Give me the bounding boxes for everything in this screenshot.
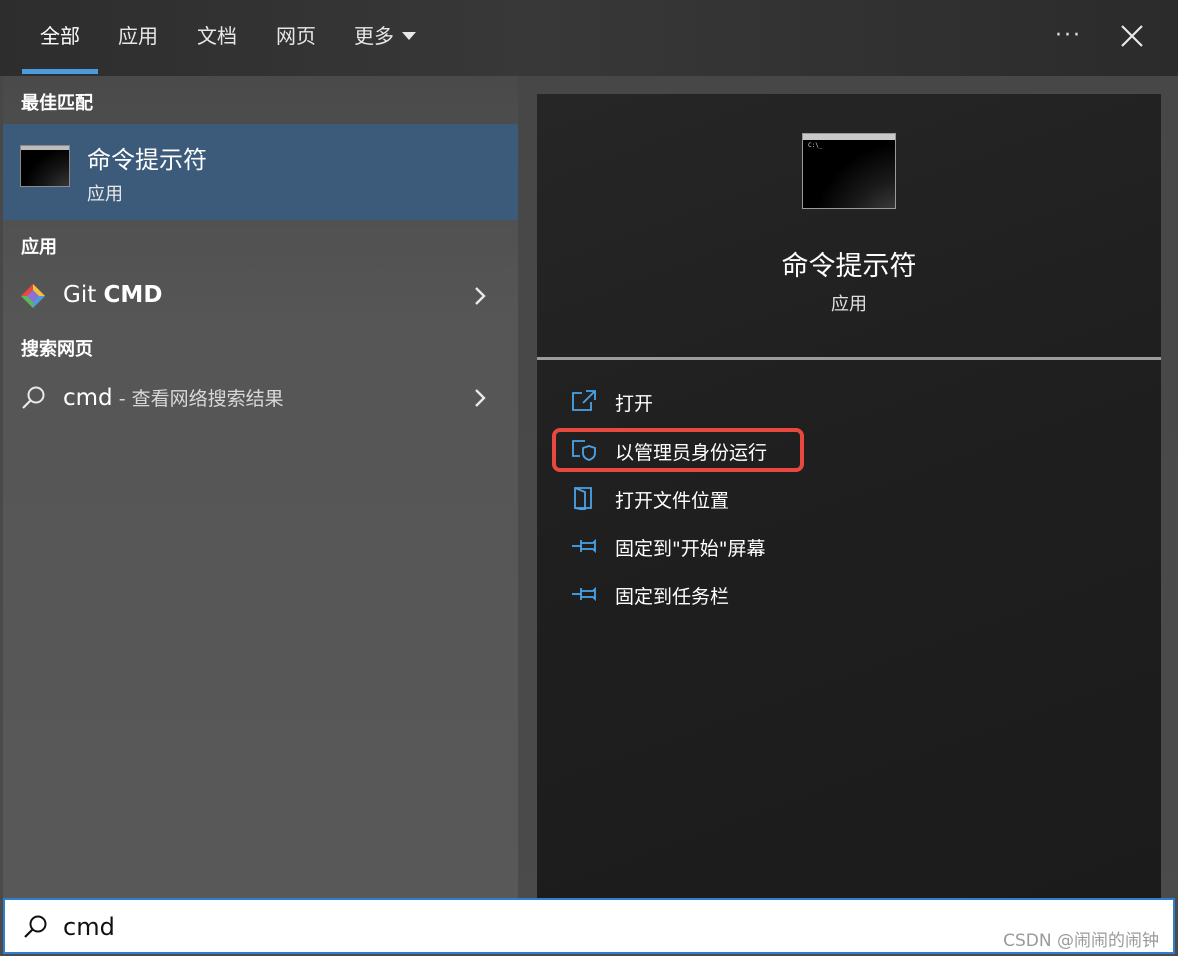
action-open[interactable]: 打开 <box>571 385 1051 419</box>
preview-pane: C:\_ 命令提示符 应用 打开 以管理员身份运行 打开文件位置 固定到"开始"… <box>537 94 1161 898</box>
chevron-right-icon <box>475 287 486 305</box>
search-input[interactable]: cmd <box>63 913 115 941</box>
results-pane: 最佳匹配 命令提示符 应用 应用 Git CMD 搜索网页 cmd - 查看网络… <box>3 76 518 898</box>
best-match-heading: 最佳匹配 <box>21 93 93 114</box>
pin-icon <box>572 586 596 602</box>
cmd-preview-icon: C:\_ <box>802 133 896 209</box>
admin-shield-icon <box>572 440 596 461</box>
action-pin-to-start[interactable]: 固定到"开始"屏幕 <box>571 530 1051 564</box>
icon-prompt-text: C:\_ <box>808 142 823 149</box>
best-match-title: 命令提示符 <box>87 146 207 174</box>
search-icon <box>24 915 47 938</box>
tab-documents[interactable]: 文档 <box>197 22 237 50</box>
app-name-bold: CMD <box>103 282 163 308</box>
action-label: 固定到任务栏 <box>615 586 730 608</box>
action-label: 打开文件位置 <box>615 490 730 512</box>
caret-down-icon <box>402 31 416 40</box>
list-item-web-search[interactable]: cmd - 查看网络搜索结果 <box>3 376 518 420</box>
tab-apps[interactable]: 应用 <box>118 22 158 50</box>
best-match-subtitle: 应用 <box>87 184 123 205</box>
action-label: 固定到"开始"屏幕 <box>615 538 766 560</box>
best-match-item[interactable]: 命令提示符 应用 <box>3 124 518 220</box>
web-query-suffix: - 查看网络搜索结果 <box>112 388 284 410</box>
action-label: 打开 <box>615 393 654 415</box>
watermark: CSDN @闹闹的闹钟 <box>1003 931 1159 951</box>
app-name-prefix: Git <box>63 282 104 308</box>
git-cmd-icon <box>21 284 45 308</box>
active-tab-indicator <box>22 69 98 74</box>
tab-web[interactable]: 网页 <box>276 22 316 50</box>
web-search-heading: 搜索网页 <box>21 339 93 360</box>
top-bar: 全部 应用 文档 网页 更多 ··· <box>0 0 1178 76</box>
cmd-app-icon <box>20 145 70 187</box>
preview-divider <box>537 357 1161 360</box>
list-item-git-cmd[interactable]: Git CMD <box>3 274 518 318</box>
more-options-icon[interactable]: ··· <box>1055 22 1082 50</box>
action-run-as-admin[interactable]: 以管理员身份运行 <box>571 434 1051 468</box>
close-icon[interactable] <box>1118 22 1146 50</box>
apps-heading: 应用 <box>21 237 57 258</box>
open-external-icon <box>572 390 596 411</box>
action-pin-to-taskbar[interactable]: 固定到任务栏 <box>571 578 1051 612</box>
tab-more[interactable]: 更多 <box>354 22 416 50</box>
search-bar[interactable]: cmd CSDN @闹闹的闹钟 <box>3 898 1175 954</box>
web-query: cmd <box>63 385 113 411</box>
preview-subtitle: 应用 <box>831 294 867 315</box>
file-location-icon <box>574 487 592 510</box>
chevron-right-icon <box>475 389 486 407</box>
pin-icon <box>572 538 596 554</box>
action-open-file-location[interactable]: 打开文件位置 <box>571 482 1051 516</box>
preview-title: 命令提示符 <box>781 251 917 282</box>
search-icon <box>22 386 45 409</box>
action-label: 以管理员身份运行 <box>615 442 768 464</box>
tab-all[interactable]: 全部 <box>40 22 80 50</box>
tab-more-label: 更多 <box>354 24 394 48</box>
search-window: 全部 应用 文档 网页 更多 ··· 最佳匹配 命令提示符 应用 应用 Git … <box>0 0 1178 956</box>
